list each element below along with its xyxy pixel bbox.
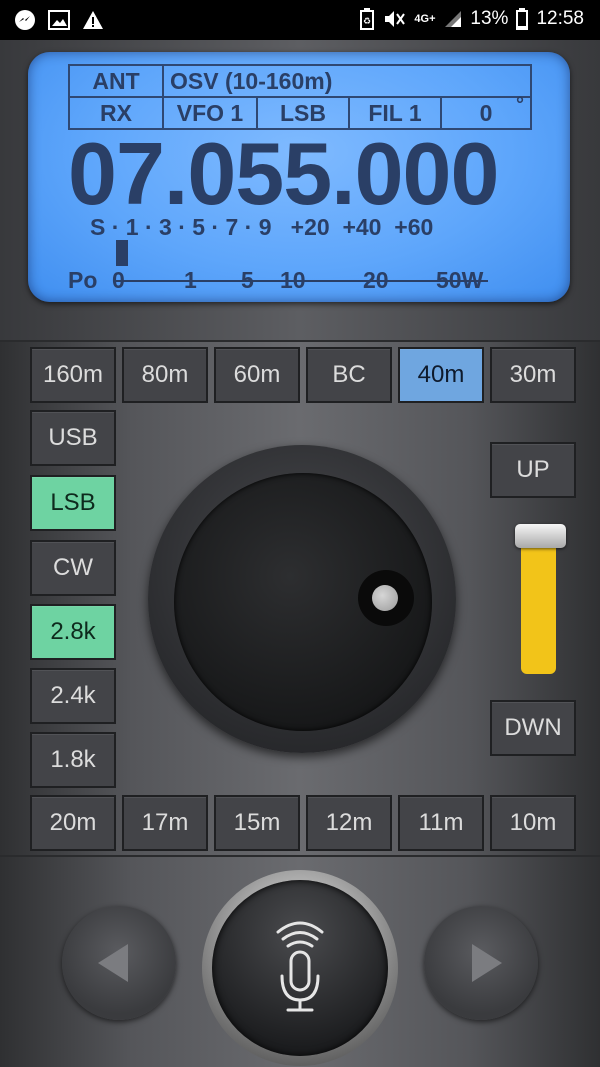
- status-bar: ♻ 4G+ 13% 12:58: [0, 0, 600, 40]
- battery-percent: 13%: [470, 8, 509, 29]
- band-20m-button[interactable]: 20m: [30, 795, 116, 851]
- band-bc-button[interactable]: BC: [306, 347, 392, 403]
- signal-icon: [445, 11, 462, 27]
- lcd-display: ANT OSV (10-160m) RX VFO 1 LSB FIL 1 0 °…: [28, 52, 570, 302]
- band-160m-button[interactable]: 160m: [30, 347, 116, 403]
- network-type: 4G+: [414, 12, 436, 25]
- clock: 12:58: [536, 8, 584, 29]
- band-10m-button[interactable]: 10m: [490, 795, 576, 851]
- slider-thumb[interactable]: [515, 524, 566, 548]
- band-40m-button[interactable]: 40m: [398, 347, 484, 403]
- po-tick: 10: [280, 267, 306, 293]
- warning-icon: [83, 11, 103, 29]
- band-12m-button[interactable]: 12m: [306, 795, 392, 851]
- frequency-display[interactable]: 07.055.000: [68, 130, 499, 218]
- po-tick: 1: [184, 267, 197, 293]
- po-tick: 20: [363, 267, 389, 293]
- left-arrow-icon: [98, 944, 128, 982]
- ptt-button[interactable]: [212, 880, 388, 1056]
- offset-number: 0: [479, 99, 493, 126]
- previous-button[interactable]: [62, 906, 176, 1020]
- tune-down-button[interactable]: DWN: [490, 700, 576, 756]
- band-17m-button[interactable]: 17m: [122, 795, 208, 851]
- microphone-icon: [276, 921, 324, 1012]
- filter-2.8k-button[interactable]: 2.8k: [30, 604, 116, 660]
- tune-up-button[interactable]: UP: [490, 442, 576, 498]
- right-arrow-icon: [472, 944, 502, 982]
- battery-saver-icon: ♻: [360, 8, 375, 30]
- ant-label: ANT: [68, 64, 164, 98]
- band-80m-button[interactable]: 80m: [122, 347, 208, 403]
- band-11m-button[interactable]: 11m: [398, 795, 484, 851]
- band-60m-button[interactable]: 60m: [214, 347, 300, 403]
- po-tick: 5: [241, 267, 254, 293]
- band-15m-button[interactable]: 15m: [214, 795, 300, 851]
- mode-cw-button[interactable]: CW: [30, 540, 116, 596]
- gallery-icon: [48, 10, 70, 30]
- svg-text:♻: ♻: [363, 16, 371, 26]
- filter-2.4k-button[interactable]: 2.4k: [30, 668, 116, 724]
- po-tick: 50W: [436, 267, 484, 293]
- antenna-value[interactable]: OSV (10-160m): [162, 64, 532, 98]
- divider: [0, 855, 600, 857]
- mode-usb-button[interactable]: USB: [30, 410, 116, 466]
- tuning-step-slider[interactable]: [521, 530, 556, 674]
- divider: [0, 340, 600, 342]
- s-meter-indicator: [116, 240, 128, 266]
- next-button[interactable]: [424, 906, 538, 1020]
- knob-dimple-highlight: [372, 585, 398, 611]
- po-label: Po: [68, 267, 98, 293]
- po-tick: 0: [112, 267, 125, 293]
- s-meter-scale: S · 1 · 3 · 5 · 7 · 9 +20 +40 +60: [90, 214, 434, 240]
- filter-1.8k-button[interactable]: 1.8k: [30, 732, 116, 788]
- mode-lsb-button[interactable]: LSB: [30, 475, 116, 531]
- degree-symbol: °: [516, 94, 524, 116]
- band-30m-button[interactable]: 30m: [490, 347, 576, 403]
- messenger-icon: [15, 10, 35, 30]
- mute-icon: [385, 11, 406, 27]
- battery-icon: [516, 8, 529, 30]
